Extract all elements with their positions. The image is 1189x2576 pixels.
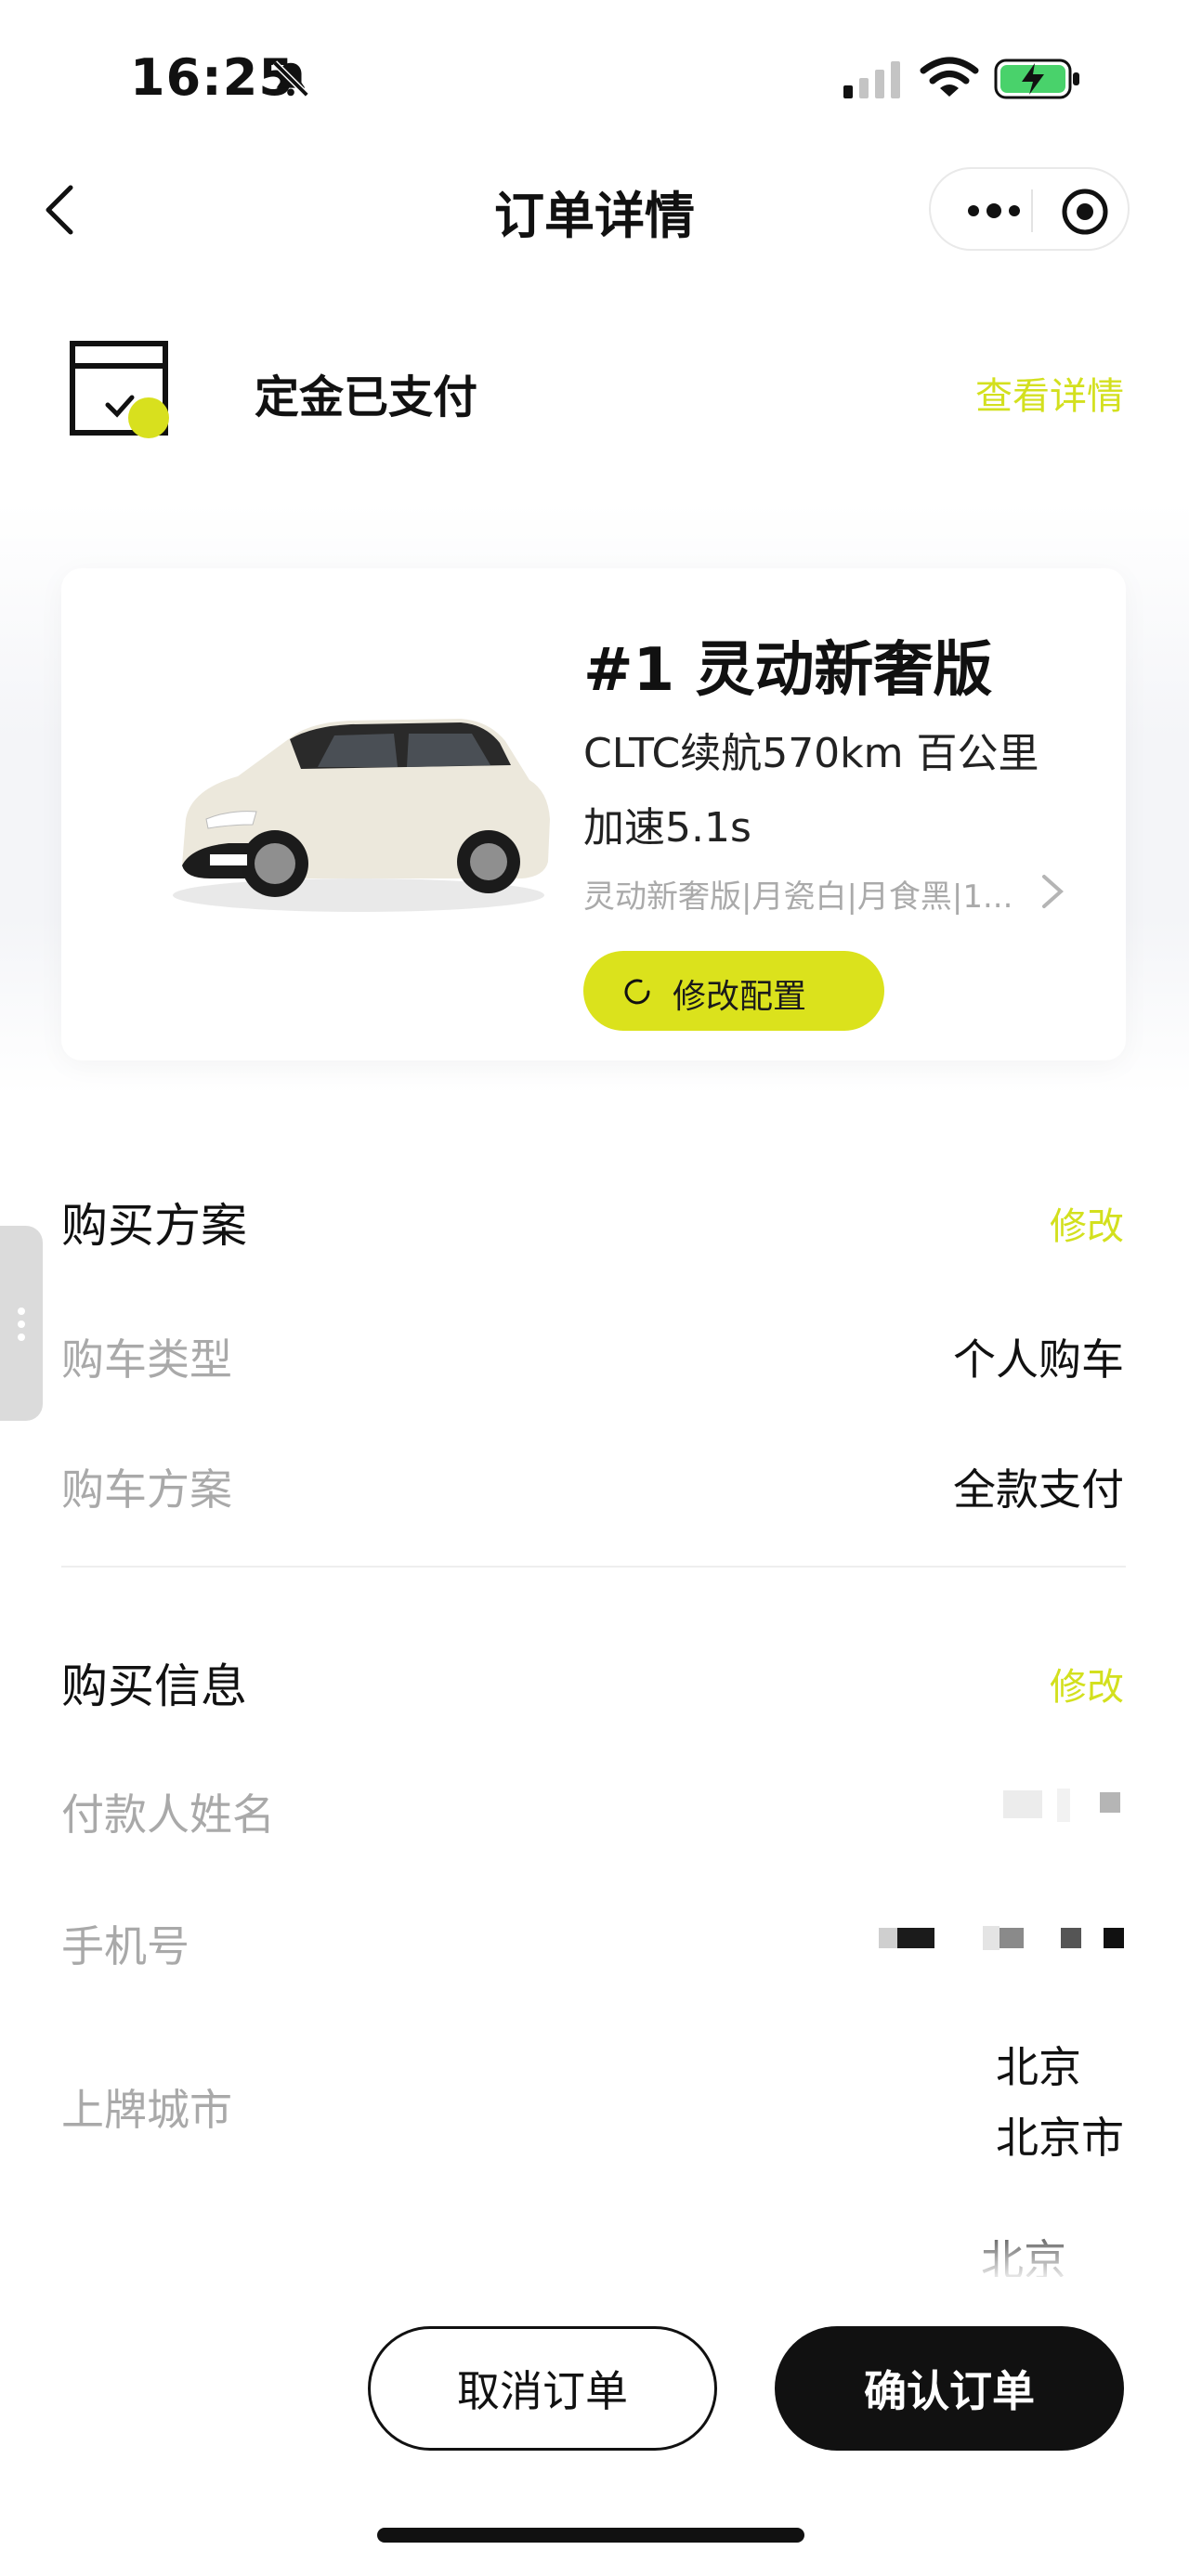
- payer-name-label: 付款人姓名: [61, 1789, 275, 1840]
- car-description: CLTC续航570km 百公里 加速5.1s: [583, 717, 1104, 865]
- purchase-type-label: 购车类型: [61, 1334, 232, 1385]
- modify-config-label: 修改配置: [673, 978, 807, 1016]
- chevron-right-icon[interactable]: [1039, 871, 1066, 912]
- purchase-info-edit-link[interactable]: 修改: [1050, 1657, 1124, 1711]
- wifi-icon: [920, 57, 979, 97]
- car-image: [173, 719, 550, 912]
- bell-muted-icon: [272, 60, 309, 98]
- deposit-status-text: 定金已支付: [255, 371, 478, 423]
- cellular-signal-icon: [843, 61, 900, 98]
- deposit-status-row: 定金已支付 查看详情: [0, 316, 1189, 464]
- close-miniprogram-icon[interactable]: [1061, 188, 1109, 236]
- car-desc-line-1: CLTC续航570km 百公里: [583, 730, 1039, 777]
- car-card: #1 灵动新奢版 CLTC续航570km 百公里 加速5.1s 灵动新奢版|月瓷…: [61, 568, 1126, 1060]
- plate-city-city: 北京市: [996, 2113, 1124, 2163]
- grip-dot: [18, 1334, 25, 1341]
- plate-city-province: 北京: [996, 2042, 1081, 2092]
- payment-plan-value: 全款支付: [953, 1464, 1124, 1515]
- bottom-fade: [0, 2210, 1189, 2284]
- view-details-link[interactable]: 查看详情: [975, 366, 1124, 420]
- purchase-type-value: 个人购车: [953, 1334, 1124, 1385]
- nav-bar: 订单详情: [0, 149, 1189, 269]
- phone-label: 手机号: [61, 1921, 189, 1971]
- grip-dot: [18, 1321, 25, 1328]
- miniprogram-capsule: [929, 167, 1130, 251]
- purchase-plan-edit-link[interactable]: 修改: [1050, 1196, 1124, 1250]
- payment-plan-label: 购车方案: [61, 1464, 232, 1515]
- car-config-summary[interactable]: 灵动新奢版|月瓷白|月食黑|1...: [583, 871, 1013, 917]
- confirm-order-button[interactable]: 确认订单: [775, 2326, 1124, 2451]
- payer-name-redacted: [1003, 1789, 1120, 1822]
- calendar-check-icon: [70, 341, 169, 438]
- capsule-divider: [1031, 189, 1033, 232]
- purchase-plan-title: 购买方案: [61, 1199, 247, 1253]
- side-drawer-handle[interactable]: [0, 1226, 43, 1421]
- grip-dot: [18, 1308, 25, 1315]
- refresh-icon: [624, 979, 650, 1005]
- car-model-name: #1 灵动新奢版: [583, 636, 993, 705]
- status-bar: 16:25: [0, 0, 1189, 149]
- order-detail-page: 16:25 订单详情 定金已支付 查看详情 #1 灵动新奢版 CLTC续航570…: [0, 0, 1189, 2576]
- phone-number-redacted: [879, 1926, 1124, 1950]
- purchase-info-title: 购买信息: [61, 1659, 247, 1713]
- section-divider: [61, 1566, 1126, 1568]
- car-desc-line-2: 加速5.1s: [583, 804, 751, 852]
- plate-city-value: 北京 北京市: [996, 2032, 1124, 2173]
- modify-config-button[interactable]: 修改配置: [583, 951, 884, 1031]
- more-dots-icon[interactable]: [964, 197, 1024, 225]
- home-indicator: [377, 2528, 804, 2543]
- battery-charging-icon: [994, 59, 1079, 99]
- plate-city-label: 上牌城市: [61, 2085, 232, 2135]
- cancel-order-button[interactable]: 取消订单: [368, 2326, 717, 2451]
